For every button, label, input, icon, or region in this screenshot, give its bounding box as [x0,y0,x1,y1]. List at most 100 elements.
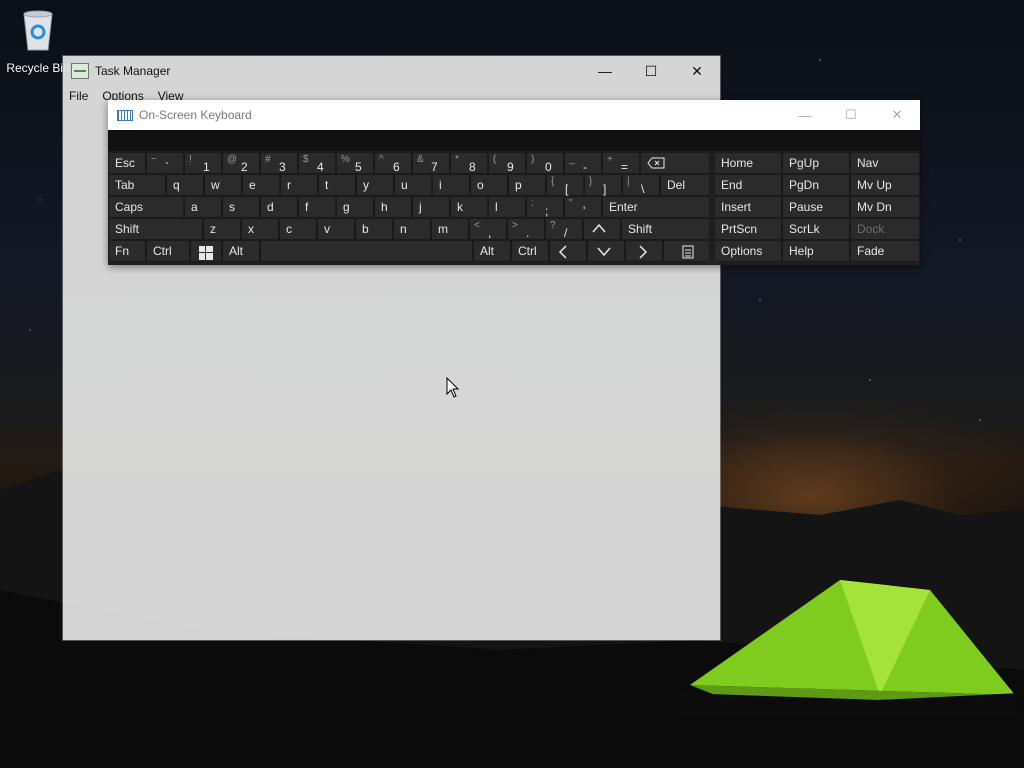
key-sym-q-0[interactable]: {[ [546,174,584,196]
key-c[interactable]: c [279,218,317,240]
key-num-8-char-label: 8 [469,160,476,174]
key-arrow-up[interactable] [583,218,621,240]
key-e[interactable]: e [242,174,280,196]
key-nav-help[interactable]: Help [782,240,850,262]
key-nav-mv-dn[interactable]: Mv Dn [850,196,920,218]
key-q[interactable]: q [166,174,204,196]
key-num-5-char-label: 5 [355,160,362,174]
key-nav-insert[interactable]: Insert [714,196,782,218]
key-nav-end[interactable]: End [714,174,782,196]
key-num-1[interactable]: ! 1 [184,152,222,174]
key-context-menu[interactable] [663,240,710,262]
key-num-11[interactable]: _ - [564,152,602,174]
key-num-7[interactable]: & 7 [412,152,450,174]
maximize-button[interactable]: ☐ [628,56,674,86]
key-nav-options[interactable]: Options [714,240,782,262]
key-enter[interactable]: Enter [602,196,710,218]
key-num-12[interactable]: + = [602,152,640,174]
key-num-10[interactable]: ) 0 [526,152,564,174]
key-nav-fade[interactable]: Fade [850,240,920,262]
key-fn[interactable]: Fn [108,240,146,262]
minimize-button[interactable]: — [582,56,628,86]
key-del[interactable]: Del [660,174,710,196]
key-u[interactable]: u [394,174,432,196]
key-nav-home[interactable]: Home [714,152,782,174]
key-sym-q-2[interactable]: | \ [622,174,660,196]
key-sym-a-1[interactable]: " ' [564,196,602,218]
key-alt-left[interactable]: Alt [222,240,260,262]
key-tab[interactable]: Tab [108,174,166,196]
key-esc[interactable]: Esc [108,152,146,174]
key-nav-pause[interactable]: Pause [782,196,850,218]
key-windows[interactable] [190,240,222,262]
key-sym-z-1-char-label: . [526,226,530,240]
osk-close-button[interactable]: ✕ [874,100,920,130]
key-num-3[interactable]: #3 [260,152,298,174]
key-arrow-left[interactable] [549,240,587,262]
menu-file[interactable]: File [69,89,88,103]
key-h-label: h [381,200,388,214]
tent-illustration [680,580,1020,715]
key-backspace[interactable] [640,152,710,174]
key-sym-z-0[interactable]: <, [469,218,507,240]
key-z[interactable]: z [203,218,241,240]
key-nav-dock[interactable]: Dock [850,218,920,240]
key-l[interactable]: l [488,196,526,218]
key-nav-scrlk[interactable]: ScrLk [782,218,850,240]
osk-minimize-button[interactable]: — [782,100,828,130]
key-num-9[interactable]: (9 [488,152,526,174]
key-g[interactable]: g [336,196,374,218]
osk-titlebar[interactable]: On-Screen Keyboard — ☐ ✕ [108,100,920,130]
key-sym-q-1[interactable]: }] [584,174,622,196]
key-num-4[interactable]: $4 [298,152,336,174]
task-manager-titlebar[interactable]: Task Manager — ☐ ✕ [63,56,720,86]
key-shift-right[interactable]: Shift [621,218,710,240]
key-f[interactable]: f [298,196,336,218]
key-sym-z-2[interactable]: ? / [545,218,583,240]
key-nav-pgup[interactable]: PgUp [782,152,850,174]
key-ctrl-right[interactable]: Ctrl [511,240,549,262]
key-alt-right[interactable]: Alt [473,240,511,262]
key-sym-a-0[interactable]: :; [526,196,564,218]
key-arrow-right[interactable] [625,240,663,262]
key-nav-pgdn[interactable]: PgDn [782,174,850,196]
key-nav-mv-up[interactable]: Mv Up [850,174,920,196]
key-m[interactable]: m [431,218,469,240]
key-b[interactable]: b [355,218,393,240]
key-caps[interactable]: Caps [108,196,184,218]
on-screen-keyboard-window[interactable]: On-Screen Keyboard — ☐ ✕ Esc ~ `! 1 @2 #3 $4% 5… [108,100,920,265]
key-a[interactable]: a [184,196,222,218]
key-x[interactable]: x [241,218,279,240]
key-num-6[interactable]: ^ 6 [374,152,412,174]
key-num-2[interactable]: @2 [222,152,260,174]
key-j[interactable]: j [412,196,450,218]
key-num-0[interactable]: ~ ` [146,152,184,174]
key-num-11-shift-label: _ [569,154,575,165]
key-k[interactable]: k [450,196,488,218]
key-d[interactable]: d [260,196,298,218]
key-n[interactable]: n [393,218,431,240]
key-r[interactable]: r [280,174,318,196]
key-space[interactable] [260,240,473,262]
key-y[interactable]: y [356,174,394,196]
key-num-5[interactable]: % 5 [336,152,374,174]
key-v[interactable]: v [317,218,355,240]
key-w[interactable]: w [204,174,242,196]
osk-maximize-button[interactable]: ☐ [828,100,874,130]
key-nav-nav[interactable]: Nav [850,152,920,174]
key-s[interactable]: s [222,196,260,218]
key-h[interactable]: h [374,196,412,218]
key-ctrl-left[interactable]: Ctrl [146,240,190,262]
key-i[interactable]: i [432,174,470,196]
key-num-8[interactable]: * 8 [450,152,488,174]
key-p[interactable]: p [508,174,546,196]
recycle-bin-shortcut[interactable]: Recycle Bin [6,8,70,75]
key-t[interactable]: t [318,174,356,196]
close-button[interactable]: ✕ [674,56,720,86]
key-o[interactable]: o [470,174,508,196]
key-arrow-down[interactable] [587,240,625,262]
key-nav-prtscn[interactable]: PrtScn [714,218,782,240]
key-shift-left[interactable]: Shift [108,218,203,240]
osk-prediction-bar [108,130,920,151]
key-sym-z-1[interactable]: >. [507,218,545,240]
